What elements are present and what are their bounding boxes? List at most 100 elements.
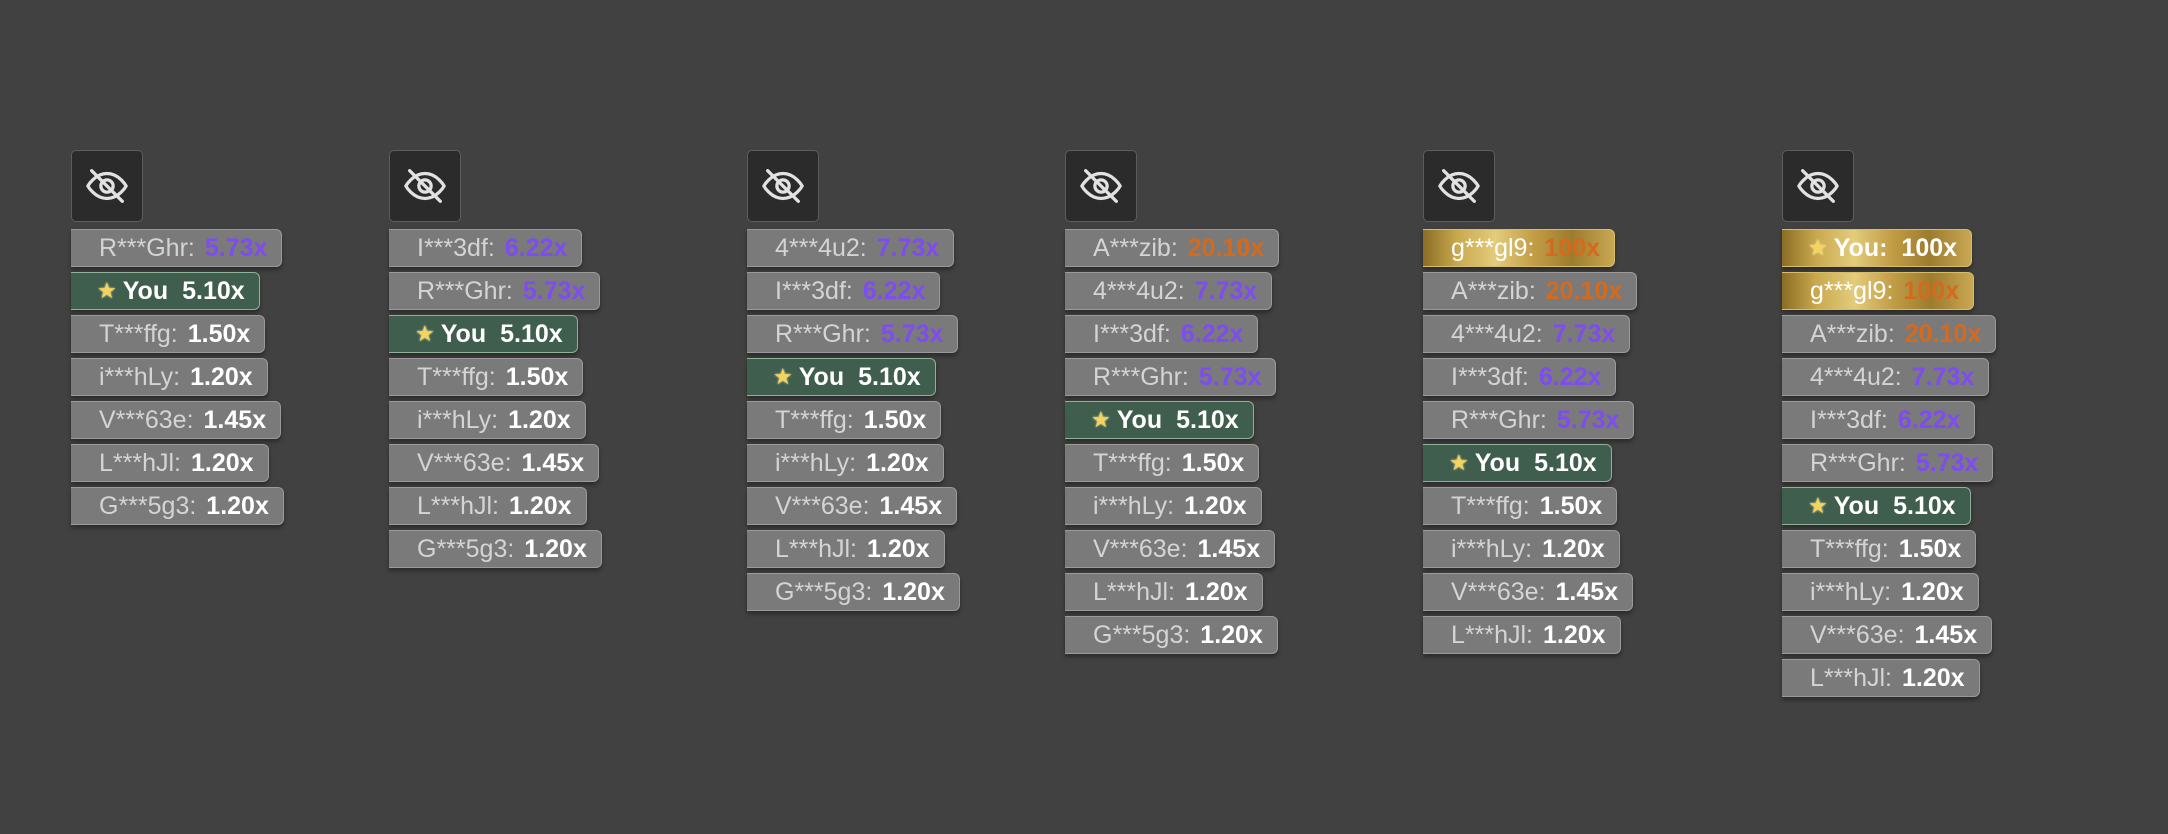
player-name: i***hLy: — [1093, 491, 1175, 520]
leaderboard-row: i***hLy: 1.20x — [747, 444, 944, 482]
player-name: R***Ghr: — [99, 233, 195, 262]
player-name: R***Ghr: — [1451, 405, 1547, 434]
player-name: You — [122, 276, 169, 305]
player-name: g***gl9: — [1451, 233, 1535, 262]
leaderboard-list: ★ You: 100x g***gl9: 100x A***zib: 20.10x 4***4… — [1782, 229, 1997, 697]
player-name: L***hJl: — [1810, 663, 1892, 692]
leaderboard-list: A***zib: 20.10x 4***4u2: 7.73x I***3df: 6.22x… — [1065, 229, 1280, 654]
multiplier-value: 7.73x — [1911, 362, 1975, 391]
leaderboard-row: 4***4u2: 7.73x — [1423, 315, 1631, 353]
leaderboard-row: I***3df: 6.22x — [389, 229, 583, 267]
leaderboard-row: g***gl9: 100x — [1423, 229, 1616, 267]
player-name: You — [798, 362, 845, 391]
leaderboard-row: V***63e: 1.45x — [71, 401, 282, 439]
leaderboard-row: L***hJl: 1.20x — [1782, 659, 1980, 697]
player-name: T***ffg: — [1093, 448, 1172, 477]
star-icon: ★ — [97, 278, 117, 303]
multiplier-value: 1.20x — [524, 534, 587, 563]
eye-slash-icon — [84, 163, 130, 209]
multiplier-value: 5.73x — [204, 233, 268, 262]
multiplier-value: 1.20x — [1902, 663, 1965, 692]
multiplier-value: 1.20x — [509, 491, 572, 520]
hide-leaderboard-button[interactable] — [1782, 150, 1854, 222]
multiplier-value: 1.50x — [1539, 491, 1603, 520]
eye-slash-icon — [1436, 163, 1482, 209]
player-name: T***ffg: — [1451, 491, 1530, 520]
player-name: I***3df: — [1810, 405, 1888, 434]
multiplier-value: 1.20x — [1185, 577, 1248, 606]
leaderboard-row: L***hJl: 1.20x — [389, 487, 587, 525]
leaderboard-row: G***5g3: 1.20x — [747, 573, 960, 611]
multiplier-value: 1.20x — [1543, 620, 1606, 649]
player-name: T***ffg: — [775, 405, 854, 434]
leaderboard-list: g***gl9: 100x A***zib: 20.10x 4***4u2: 7.73x I… — [1423, 229, 1638, 654]
leaderboard-panel: ★ You: 100x g***gl9: 100x A***zib: 20.10x 4***4… — [1782, 150, 1997, 697]
leaderboard-row: g***gl9: 100x — [1782, 272, 1975, 310]
multiplier-value: 1.20x — [1901, 577, 1964, 606]
eye-slash-icon — [760, 163, 806, 209]
player-name: V***63e: — [775, 491, 870, 520]
player-name: V***63e: — [99, 405, 194, 434]
multiplier-value: 1.20x — [190, 362, 253, 391]
leaderboard-row: L***hJl: 1.20x — [1065, 573, 1263, 611]
leaderboard-panel: R***Ghr: 5.73x ★ You 5.10x T***ffg: 1.50x i***h… — [71, 150, 284, 525]
leaderboard-row: A***zib: 20.10x — [1423, 272, 1638, 310]
leaderboard-row: T***ffg: 1.50x — [1423, 487, 1618, 525]
multiplier-value: 6.22x — [862, 276, 926, 305]
multiplier-value: 5.10x — [1893, 491, 1956, 520]
leaderboard-row: 4***4u2: 7.73x — [1782, 358, 1990, 396]
leaderboard-row: I***3df: 6.22x — [1423, 358, 1617, 396]
multiplier-value: 1.20x — [1184, 491, 1247, 520]
player-name: L***hJl: — [1093, 577, 1175, 606]
multiplier-value: 1.20x — [508, 405, 571, 434]
hide-leaderboard-button[interactable] — [389, 150, 461, 222]
leaderboard-row: I***3df: 6.22x — [1782, 401, 1976, 439]
eye-slash-icon — [402, 163, 448, 209]
multiplier-value: 5.10x — [1176, 405, 1239, 434]
hide-leaderboard-button[interactable] — [71, 150, 143, 222]
multiplier-value: 5.73x — [1556, 405, 1620, 434]
leaderboard-row-you: ★ You 5.10x — [1782, 487, 1971, 525]
leaderboard-row: i***hLy: 1.20x — [1782, 573, 1979, 611]
multiplier-value: 1.20x — [867, 534, 930, 563]
multiplier-value: 1.20x — [206, 491, 269, 520]
multiplier-value: 7.73x — [876, 233, 940, 262]
player-name: I***3df: — [1451, 362, 1529, 391]
multiplier-value: 1.20x — [866, 448, 929, 477]
hide-leaderboard-button[interactable] — [1065, 150, 1137, 222]
hide-leaderboard-button[interactable] — [1423, 150, 1495, 222]
hide-leaderboard-button[interactable] — [747, 150, 819, 222]
leaderboard-row: T***ffg: 1.50x — [389, 358, 584, 396]
multiplier-value: 5.73x — [522, 276, 586, 305]
player-name: L***hJl: — [1451, 620, 1533, 649]
player-name: i***hLy: — [1810, 577, 1892, 606]
leaderboard-row: R***Ghr: 5.73x — [1065, 358, 1277, 396]
leaderboard-row: V***63e: 1.45x — [747, 487, 958, 525]
multiplier-value: 20.10x — [1545, 276, 1623, 305]
player-name: R***Ghr: — [1810, 448, 1906, 477]
leaderboard-row-you: ★ You 5.10x — [1065, 401, 1254, 439]
multiplier-value: 5.10x — [500, 319, 563, 348]
leaderboard-row: T***ffg: 1.50x — [747, 401, 942, 439]
player-name: i***hLy: — [775, 448, 857, 477]
eye-slash-icon — [1078, 163, 1124, 209]
multiplier-value: 100x — [1901, 233, 1958, 262]
multiplier-value: 6.22x — [1180, 319, 1244, 348]
player-name: V***63e: — [417, 448, 512, 477]
multiplier-value: 20.10x — [1187, 233, 1265, 262]
player-name: 4***4u2: — [775, 233, 867, 262]
player-name: You — [440, 319, 487, 348]
star-icon: ★ — [415, 321, 435, 346]
leaderboard-row: L***hJl: 1.20x — [747, 530, 945, 568]
leaderboard-row: V***63e: 1.45x — [1782, 616, 1993, 654]
player-name: 4***4u2: — [1810, 362, 1902, 391]
leaderboard-row-you: ★ You 5.10x — [389, 315, 578, 353]
leaderboard-row: i***hLy: 1.20x — [1065, 487, 1262, 525]
player-name: R***Ghr: — [417, 276, 513, 305]
leaderboard-row: V***63e: 1.45x — [1065, 530, 1276, 568]
leaderboard-panel: A***zib: 20.10x 4***4u2: 7.73x I***3df: 6.22x… — [1065, 150, 1280, 654]
player-name: R***Ghr: — [1093, 362, 1189, 391]
multiplier-value: 7.73x — [1552, 319, 1616, 348]
multiplier-value: 6.22x — [504, 233, 568, 262]
player-name: A***zib: — [1451, 276, 1536, 305]
